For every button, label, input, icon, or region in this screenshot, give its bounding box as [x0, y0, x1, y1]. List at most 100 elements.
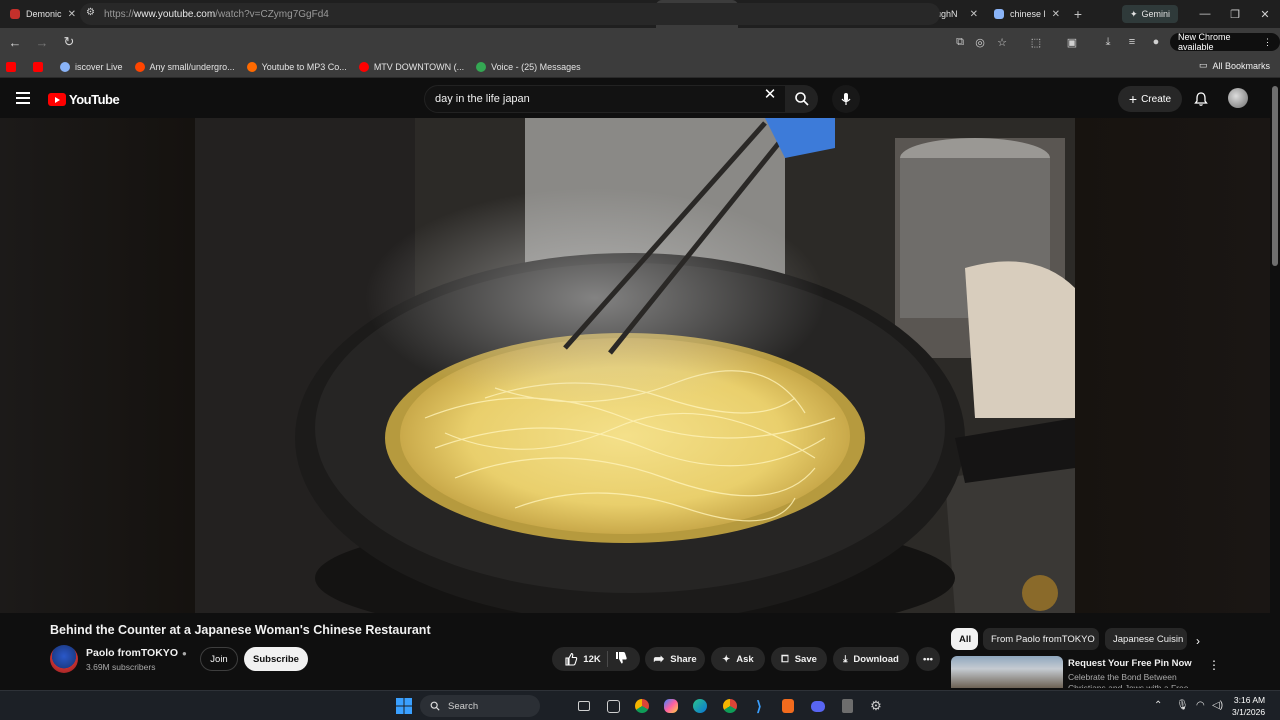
gemini-button[interactable]: ✦ Gemini: [1122, 5, 1178, 23]
channel-avatar[interactable]: [50, 645, 78, 673]
page-scrollbar[interactable]: [1270, 80, 1280, 690]
recommendation-thumbnail[interactable]: [951, 656, 1063, 688]
reading-list-icon[interactable]: ≡: [1122, 32, 1142, 52]
close-window-icon[interactable]: ✕: [1250, 0, 1280, 28]
share-button[interactable]: ➦ Share: [645, 647, 705, 671]
forward-icon[interactable]: →: [30, 30, 54, 54]
search-button[interactable]: [786, 85, 818, 113]
bookmark-item[interactable]: Youtube to MP3 Co...: [246, 61, 347, 72]
more-actions-button[interactable]: •••: [916, 647, 940, 671]
bookmark-favicon-icon: [60, 61, 70, 72]
site-info-icon[interactable]: ⚙: [86, 7, 95, 18]
channel-name[interactable]: Paolo fromTOKYO ●: [86, 647, 187, 659]
bookmark-favicon-icon: [476, 61, 487, 72]
calculator-icon[interactable]: [837, 696, 857, 716]
sparkle-icon: ✦: [722, 653, 731, 665]
subscribe-button[interactable]: Subscribe: [244, 647, 308, 671]
eye-off-icon[interactable]: ◎: [970, 32, 990, 52]
download-arrow-icon: ⤓: [843, 653, 848, 665]
taskbar-search-icon: [430, 701, 440, 711]
wifi-icon[interactable]: ◠: [1196, 700, 1205, 711]
tab-close-icon[interactable]: ✕: [68, 9, 76, 20]
create-button[interactable]: + Create: [1118, 86, 1182, 112]
menu-icon[interactable]: [16, 92, 30, 104]
folder-icon: ▭: [1198, 60, 1208, 70]
bookmark-favicon-icon: [358, 61, 369, 72]
profile-icon[interactable]: ●: [1146, 32, 1166, 52]
gemini-icon: ✦: [1129, 8, 1138, 19]
edge-icon[interactable]: [690, 696, 710, 716]
chevron-right-icon[interactable]: ›: [1196, 634, 1200, 648]
download-icon[interactable]: ⤓: [1098, 32, 1118, 52]
bookmark-item[interactable]: Voice - (25) Messages: [476, 61, 581, 72]
subscriber-count: 3.69M subscribers: [86, 662, 156, 672]
like-count: 12K: [583, 653, 601, 665]
account-avatar[interactable]: [1228, 88, 1248, 108]
search-input[interactable]: day in the life japan: [424, 85, 786, 113]
youtube-logo[interactable]: YouTube: [48, 92, 120, 107]
new-tab-icon[interactable]: +: [1066, 0, 1090, 28]
clock-app-icon[interactable]: [603, 696, 623, 716]
brave-icon[interactable]: [778, 696, 798, 716]
recommendation-title[interactable]: Request Your Free Pin Now: [1068, 658, 1192, 669]
bookmarks-bar: iscover Live Any small/undergro... Youtube…: [0, 56, 1280, 78]
extensions-icon[interactable]: ⬚: [1026, 32, 1046, 52]
recommendation-menu-icon[interactable]: ⋮: [1208, 658, 1220, 672]
download-button[interactable]: ⤓ Download: [833, 647, 909, 671]
dislike-button[interactable]: [614, 651, 628, 668]
tab-close-icon[interactable]: ✕: [970, 9, 978, 20]
chip-all[interactable]: All: [951, 628, 978, 650]
tab-title: chinese l: [1010, 9, 1046, 19]
windows-start-icon[interactable]: [394, 696, 414, 716]
chrome-icon[interactable]: [632, 696, 652, 716]
reload-icon[interactable]: ↻: [57, 30, 81, 54]
windows-taskbar: Search ⟩ ⚙ ⌃ 🎙 ◠ ◁) 3:16 AM 3/1/2026: [0, 690, 1280, 720]
browser-tab[interactable]: Demonic ✕: [0, 0, 82, 28]
back-icon[interactable]: ←: [3, 30, 27, 54]
ask-label: Ask: [736, 653, 754, 665]
thumbs-down-icon: [615, 651, 627, 663]
tray-mic-icon[interactable]: 🎙: [1176, 700, 1189, 711]
scrollbar-thumb[interactable]: [1272, 86, 1278, 266]
all-bookmarks-button[interactable]: ▭ All Bookmarks: [1199, 60, 1270, 71]
vscode-icon[interactable]: ⟩: [749, 696, 769, 716]
join-button[interactable]: Join: [200, 647, 238, 671]
task-view-icon[interactable]: [574, 696, 594, 716]
volume-icon[interactable]: ◁): [1212, 700, 1223, 711]
settings-app-icon[interactable]: ⚙: [866, 696, 886, 716]
tray-chevron-icon[interactable]: ⌃: [1154, 700, 1162, 711]
bookmark-star-icon[interactable]: ☆: [992, 32, 1012, 52]
voice-search-button[interactable]: [832, 85, 860, 113]
like-button[interactable]: 12K: [564, 652, 601, 666]
like-dislike-group: 12K: [552, 647, 640, 671]
like-divider: [606, 651, 608, 667]
cast-icon[interactable]: ⧉: [950, 32, 970, 52]
browser-tab[interactable]: chinese l ✕: [984, 0, 1066, 28]
copilot-icon[interactable]: [661, 696, 681, 716]
clear-search-icon[interactable]: ✕: [760, 84, 780, 104]
bookmark-label: Any small/undergro...: [149, 61, 235, 72]
sidepanel-icon[interactable]: ▣: [1062, 32, 1082, 52]
discord-icon[interactable]: [808, 696, 828, 716]
chrome-profile-icon[interactable]: [720, 696, 740, 716]
ask-button[interactable]: ✦ Ask: [711, 647, 765, 671]
bookmark-youtube-1[interactable]: [6, 61, 21, 72]
system-clock[interactable]: 3:16 AM 3/1/2026: [1232, 694, 1265, 718]
minimize-icon[interactable]: —: [1190, 0, 1220, 28]
bookmark-item[interactable]: Any small/undergro...: [134, 61, 235, 72]
taskbar-search[interactable]: Search: [420, 695, 540, 717]
address-bar[interactable]: ⚙ https://www.youtube.com/watch?v=CZymg7…: [80, 3, 940, 25]
bookmark-item[interactable]: iscover Live: [60, 61, 123, 72]
tab-close-icon[interactable]: ✕: [1052, 9, 1060, 20]
save-button[interactable]: ⧠ Save: [771, 647, 827, 671]
notifications-button[interactable]: [1190, 88, 1212, 110]
new-chrome-available-button[interactable]: New Chrome available ⋮: [1170, 32, 1280, 52]
chip-from-channel[interactable]: From Paolo fromTOKYO: [983, 628, 1099, 650]
bookmark-youtube-2[interactable]: [33, 61, 48, 72]
chip-japanese-cuisine[interactable]: Japanese Cuisin: [1105, 628, 1187, 650]
video-player[interactable]: [195, 118, 1075, 613]
restore-icon[interactable]: ❐: [1220, 0, 1250, 28]
bookmark-label: Voice - (25) Messages: [491, 61, 581, 72]
bell-icon: [1194, 91, 1208, 106]
bookmark-item[interactable]: MTV DOWNTOWN (...: [358, 61, 464, 72]
